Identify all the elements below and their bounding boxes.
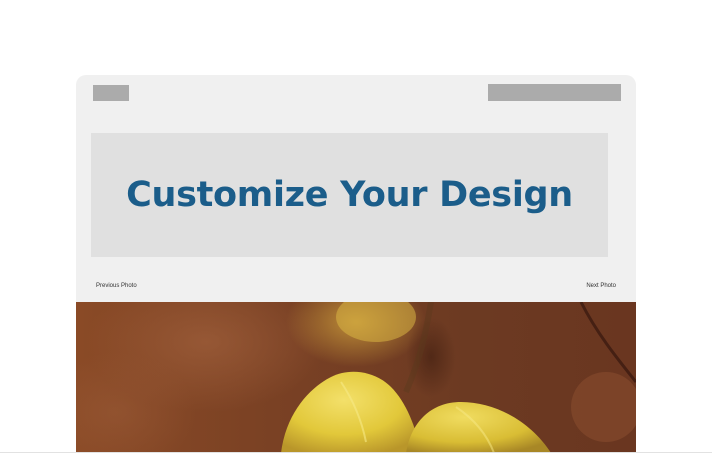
bottom-divider: [0, 452, 712, 453]
hero-banner: Customize Your Design: [91, 133, 608, 257]
logo-placeholder: [93, 85, 129, 101]
previous-photo-link[interactable]: Previous Photo: [96, 282, 137, 290]
page: Customize Your Design Previous Photo Nex…: [0, 0, 712, 455]
gallery-photo: [76, 302, 636, 453]
flower-photo-image: [76, 302, 636, 453]
nav-placeholder: [488, 84, 621, 101]
design-preview-card: Customize Your Design Previous Photo Nex…: [76, 75, 636, 453]
page-title: Customize Your Design: [126, 175, 573, 215]
next-photo-link[interactable]: Next Photo: [586, 282, 616, 290]
